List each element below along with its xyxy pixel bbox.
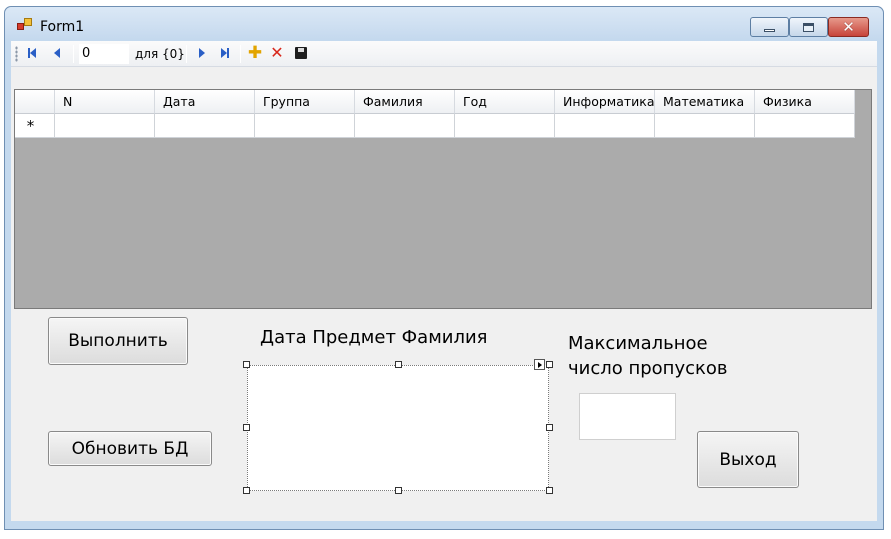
move-previous-button[interactable]	[50, 46, 64, 60]
delete-button[interactable]: ✕	[270, 43, 284, 62]
data-grid[interactable]: N Дата Группа Фамилия Год Информатика Ма…	[14, 89, 872, 309]
add-new-icon: ✚	[247, 43, 263, 63]
column-header-informatics[interactable]: Информатика	[555, 90, 655, 114]
grid-header-row: N Дата Группа Фамилия Год Информатика Ма…	[15, 90, 855, 114]
grid-cell[interactable]	[655, 114, 755, 138]
grid-cell[interactable]	[155, 114, 255, 138]
save-button[interactable]	[294, 46, 308, 60]
toolbar-grip[interactable]	[15, 46, 18, 62]
resize-handle[interactable]	[546, 424, 553, 431]
title-bar[interactable]: Form1 ✕	[5, 7, 883, 39]
move-next-button[interactable]	[195, 46, 209, 60]
toolbar-separator	[240, 45, 241, 63]
exit-button[interactable]: Выход	[697, 431, 799, 488]
column-header-date[interactable]: Дата	[155, 90, 255, 114]
delete-icon: ✕	[270, 43, 284, 62]
resize-handle[interactable]	[546, 361, 553, 368]
execute-button[interactable]: Выполнить	[48, 317, 188, 365]
grid-cell[interactable]	[555, 114, 655, 138]
minimize-icon	[764, 28, 775, 32]
grid-cell[interactable]	[755, 114, 855, 138]
move-previous-icon	[54, 48, 60, 58]
toolbar-separator	[73, 45, 74, 63]
add-new-button[interactable]: ✚	[247, 43, 263, 63]
new-row-marker[interactable]: *	[15, 114, 55, 138]
position-input[interactable]: 0	[79, 44, 129, 64]
resize-handle[interactable]	[546, 487, 553, 494]
move-last-icon	[221, 48, 229, 58]
max-absences-label-line2: число пропусков	[568, 358, 728, 379]
toolbar-separator	[186, 45, 187, 63]
maximize-button[interactable]	[789, 17, 828, 37]
window-title: Form1	[40, 19, 85, 35]
resize-handle[interactable]	[243, 487, 250, 494]
count-label: для {0}	[135, 47, 185, 61]
move-last-button[interactable]	[218, 46, 232, 60]
maximize-icon	[803, 22, 814, 32]
list-header-label: Дата Предмет Фамилия	[260, 327, 488, 348]
close-icon: ✕	[842, 17, 855, 36]
resize-handle[interactable]	[243, 424, 250, 431]
grid-new-row: *	[15, 114, 855, 138]
form-client-area: 0 для {0} ✚ ✕ N Дата Группа Фамилия Год …	[11, 41, 877, 521]
resize-handle[interactable]	[395, 487, 402, 494]
column-header-math[interactable]: Математика	[655, 90, 755, 114]
binding-navigator: 0 для {0} ✚ ✕	[11, 41, 877, 67]
column-header-surname[interactable]: Фамилия	[355, 90, 455, 114]
column-header-physics[interactable]: Физика	[755, 90, 855, 114]
minimize-button[interactable]	[750, 17, 789, 37]
close-button[interactable]: ✕	[828, 17, 869, 37]
grid-cell[interactable]	[55, 114, 155, 138]
move-first-icon	[28, 48, 36, 58]
resize-handle[interactable]	[243, 361, 250, 368]
move-first-button[interactable]	[25, 46, 39, 60]
column-header-n[interactable]: N	[55, 90, 155, 114]
grid-cell[interactable]	[455, 114, 555, 138]
grid-corner-cell[interactable]	[15, 90, 55, 114]
max-absences-label-line1: Максимальное	[568, 333, 708, 354]
results-listbox[interactable]	[247, 365, 549, 491]
app-icon	[17, 18, 33, 32]
grid-cell[interactable]	[255, 114, 355, 138]
smart-tag-arrow-icon	[537, 361, 542, 368]
move-next-icon	[199, 48, 205, 58]
grid-cell[interactable]	[355, 114, 455, 138]
column-header-group[interactable]: Группа	[255, 90, 355, 114]
max-absences-input[interactable]	[579, 393, 676, 440]
column-header-year[interactable]: Год	[455, 90, 555, 114]
designer-smart-tag[interactable]	[534, 359, 545, 370]
form-window: Form1 ✕ 0 для {0} ✚ ✕ N Дата Группа Фами…	[4, 6, 884, 530]
resize-handle[interactable]	[395, 361, 402, 368]
update-db-button[interactable]: Обновить БД	[48, 431, 212, 466]
save-icon	[295, 47, 307, 59]
